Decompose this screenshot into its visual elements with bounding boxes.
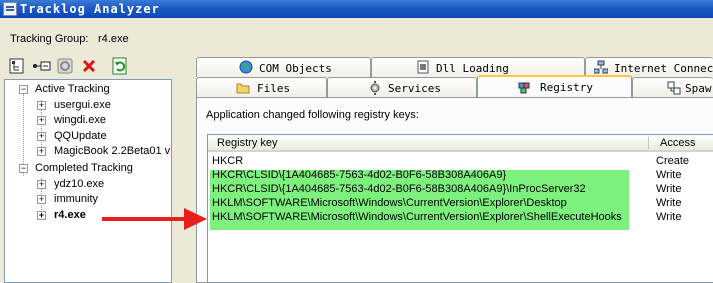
- tree-item-magicbook[interactable]: + MagicBook 2.2Beta01 v: [5, 144, 171, 159]
- table-row[interactable]: HKLM\SOFTWARE\Microsoft\Windows\CurrentV…: [207, 210, 713, 224]
- tab-spawned[interactable]: Spaw: [632, 77, 713, 97]
- column-header-registry-key[interactable]: Registry key: [217, 137, 278, 149]
- access-cell: Write: [656, 211, 682, 223]
- tree-item-qqupdate[interactable]: + QQUpdate: [5, 129, 171, 144]
- tab-label: Services: [388, 82, 441, 95]
- grid-header: Registry key Access: [208, 135, 713, 152]
- expand-node-icon[interactable]: +: [37, 195, 46, 204]
- tab-files[interactable]: Files: [196, 77, 327, 97]
- tree-item-usergui[interactable]: + usergui.exe: [5, 98, 171, 113]
- registry-key-cell: HKCR\CLSID\{1A404685-7563-4d02-B0F6-58B3…: [212, 183, 586, 195]
- tab-label: COM Objects: [259, 62, 332, 75]
- expand-icon[interactable]: [31, 57, 51, 75]
- tree-item-label: MagicBook 2.2Beta01 v: [54, 145, 171, 157]
- tree-node-label: Completed Tracking: [35, 162, 133, 174]
- refresh-icon[interactable]: [111, 57, 129, 75]
- window-title: Tracklog Analyzer: [20, 2, 160, 16]
- expand-node-icon[interactable]: +: [37, 147, 46, 156]
- expand-node-icon[interactable]: +: [37, 180, 46, 189]
- registry-key-cell: HKCR\CLSID\{1A404685-7563-4d02-B0F6-58B3…: [212, 169, 507, 181]
- registry-description: Application changed following registry k…: [206, 109, 419, 121]
- tab-registry[interactable]: Registry: [477, 75, 632, 97]
- red-arrow-icon: [102, 208, 207, 230]
- tab-label: Spaw: [685, 82, 712, 95]
- table-row[interactable]: HKLM\SOFTWARE\Microsoft\Windows\CurrentV…: [207, 196, 713, 210]
- tracking-group-value: r4.exe: [98, 33, 129, 45]
- tree-item-label: immunity: [54, 193, 99, 205]
- grid-rows: HKCR Create HKCR\CLSID\{1A404685-7563-4d…: [207, 152, 713, 283]
- access-cell: Write: [656, 183, 682, 195]
- tree-item-wingdi[interactable]: + wingdi.exe: [5, 113, 171, 128]
- title-bar: Tracklog Analyzer: [0, 0, 713, 18]
- table-row[interactable]: HKCR\CLSID\{1A404685-7563-4d02-B0F6-58B3…: [207, 182, 713, 196]
- tree-item-label: usergui.exe: [54, 99, 111, 111]
- expand-node-icon[interactable]: +: [37, 211, 46, 220]
- network-icon: [594, 60, 608, 74]
- spawn-icon: [667, 81, 681, 95]
- table-row[interactable]: HKCR Create: [207, 154, 713, 168]
- access-cell: Create: [656, 155, 690, 167]
- tree-node-active-tracking[interactable]: − Active Tracking: [5, 82, 171, 97]
- registry-icon: [518, 82, 530, 94]
- registry-key-cell: HKCR: [212, 155, 244, 167]
- folder-icon: [236, 83, 250, 94]
- tab-label: Registry: [540, 81, 593, 94]
- app-icon: [3, 2, 17, 16]
- record-icon[interactable]: [56, 57, 74, 75]
- tab-dll-loading[interactable]: Dll Loading: [371, 57, 585, 77]
- tree-item-label: r4.exe: [54, 209, 86, 221]
- delete-icon[interactable]: [80, 57, 98, 75]
- collapse-icon[interactable]: −: [19, 85, 28, 94]
- tab-label: Files: [257, 82, 291, 95]
- tree-node-completed-tracking[interactable]: − Completed Tracking: [5, 161, 171, 176]
- tracking-group-label: Tracking Group:: [10, 33, 89, 45]
- registry-key-cell: HKLM\SOFTWARE\Microsoft\Windows\CurrentV…: [212, 197, 567, 209]
- access-cell: Write: [656, 169, 682, 181]
- tab-label: Dll Loading: [436, 62, 509, 75]
- collapse-icon[interactable]: −: [19, 164, 28, 173]
- tree-item-label: wingdi.exe: [54, 114, 106, 126]
- globe-icon: [239, 60, 253, 74]
- access-cell: Write: [656, 197, 682, 209]
- tree-view-icon[interactable]: [8, 57, 26, 75]
- dll-file-icon: [417, 60, 429, 74]
- tree-node-label: Active Tracking: [35, 83, 110, 95]
- tree-item-ydz10[interactable]: + ydz10.exe: [5, 177, 171, 192]
- gear-icon: [370, 81, 380, 95]
- tree-item-label: ydz10.exe: [54, 178, 105, 190]
- tab-services[interactable]: Services: [327, 77, 477, 97]
- expand-node-icon[interactable]: +: [37, 132, 46, 141]
- tracking-tree[interactable]: − Active Tracking + usergui.exe + wingdi…: [4, 79, 172, 283]
- table-row[interactable]: HKCR\CLSID\{1A404685-7563-4d02-B0F6-58B3…: [207, 168, 713, 182]
- expand-node-icon[interactable]: +: [37, 116, 46, 125]
- column-header-access[interactable]: Access: [660, 137, 695, 149]
- expand-node-icon[interactable]: +: [37, 101, 46, 110]
- tab-com-objects[interactable]: COM Objects: [196, 57, 371, 77]
- tree-item-label: QQUpdate: [54, 130, 107, 142]
- registry-key-cell: HKLM\SOFTWARE\Microsoft\Windows\CurrentV…: [212, 211, 622, 223]
- tab-internet-connections[interactable]: Internet Connecti: [585, 57, 713, 77]
- tab-label: Internet Connecti: [614, 62, 713, 75]
